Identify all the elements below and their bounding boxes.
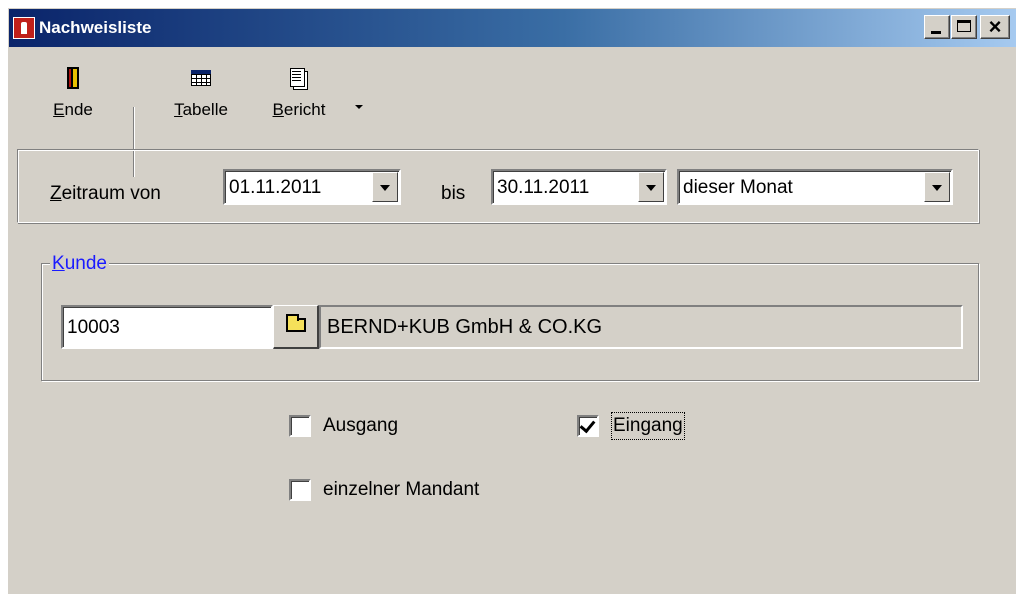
ende-label: Ende: [53, 100, 93, 119]
app-icon[interactable]: [13, 17, 35, 39]
period-dropdown-button[interactable]: [924, 172, 950, 202]
window-title: Nachweisliste: [39, 18, 152, 37]
zeitraum-label: Zeitraum von: [50, 183, 161, 204]
exit-door-icon: [62, 67, 84, 91]
period-select[interactable]: dieser Monat: [677, 169, 953, 205]
customer-browse-button[interactable]: [273, 305, 319, 349]
eingang-checkbox[interactable]: [577, 415, 599, 437]
tabelle-button[interactable]: Tabelle: [161, 67, 241, 120]
einzelner-mandant-label[interactable]: einzelner Mandant: [323, 478, 479, 502]
customer-number-input[interactable]: 10003: [61, 305, 273, 349]
customer-name-value: BERND+KUB GmbH & CO.KG: [327, 316, 603, 338]
minimize-button[interactable]: [924, 15, 950, 39]
eingang-label[interactable]: Eingang: [611, 412, 685, 440]
ausgang-label[interactable]: Ausgang: [323, 414, 398, 438]
einzelner-mandant-checkbox[interactable]: [289, 479, 311, 501]
kunde-legend: Kunde: [50, 252, 109, 276]
from-date-dropdown-button[interactable]: [372, 172, 398, 202]
tabelle-label: Tabelle: [174, 100, 228, 119]
toolbar: Ende Tabelle Bericht: [9, 49, 1016, 177]
customer-name-field: BERND+KUB GmbH & CO.KG: [319, 305, 963, 349]
ausgang-checkbox[interactable]: [289, 415, 311, 437]
from-date-combo[interactable]: 01.11.2011: [223, 169, 401, 205]
close-button[interactable]: ×: [980, 15, 1010, 39]
table-icon: [190, 67, 212, 91]
folder-open-icon: [286, 314, 306, 332]
period-value: dieser Monat: [683, 177, 793, 198]
to-date-dropdown-button[interactable]: [638, 172, 664, 202]
title-bar[interactable]: Nachweisliste ×: [9, 9, 1016, 47]
report-icon: [288, 67, 310, 91]
bericht-label: Bericht: [272, 100, 326, 119]
to-date-combo[interactable]: 30.11.2011: [491, 169, 667, 205]
nachweisliste-window: Nachweisliste × Ende Tabelle Bericht Zei…: [8, 8, 1016, 594]
maximize-button[interactable]: [951, 15, 977, 39]
ende-button[interactable]: Ende: [43, 67, 103, 120]
customer-number-value: 10003: [67, 317, 120, 338]
to-date-value: 30.11.2011: [497, 177, 590, 198]
bericht-dropdown-arrow-icon[interactable]: [355, 105, 363, 109]
close-icon: ×: [988, 14, 1002, 39]
bis-label: bis: [441, 183, 466, 204]
from-date-value: 01.11.2011: [229, 177, 322, 198]
bericht-button[interactable]: Bericht: [259, 67, 339, 120]
